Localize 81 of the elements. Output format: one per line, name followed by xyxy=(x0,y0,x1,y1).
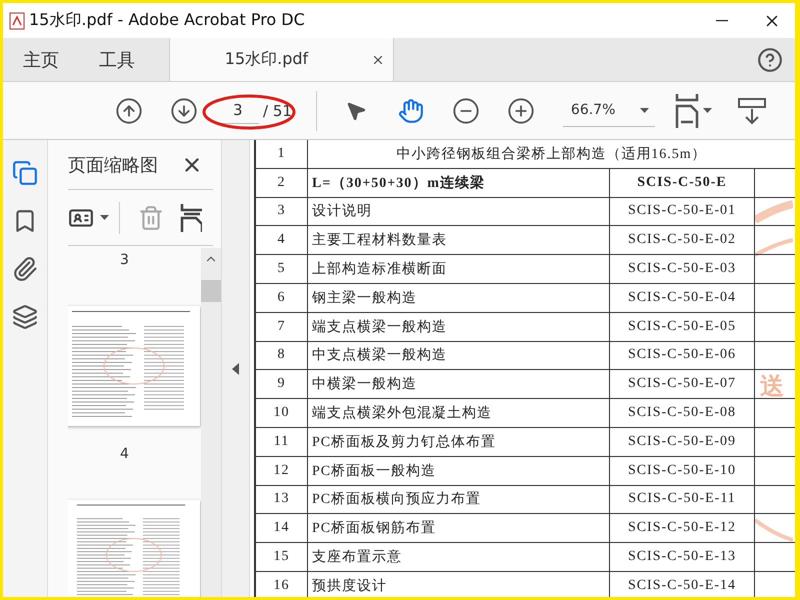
table-cell: 4 xyxy=(256,226,308,254)
scrollbar[interactable] xyxy=(201,248,221,597)
table-cell: SCIS-C-50-E xyxy=(610,168,755,197)
table-cell: 主要工程材料数量表 xyxy=(308,226,610,254)
page-number-field[interactable]: 3 xyxy=(219,98,259,124)
table-cell: 8 xyxy=(256,342,308,370)
table-cell: 设计说明 xyxy=(308,198,610,226)
table-cell: SCIS-C-50-E-09 xyxy=(610,428,755,456)
pages-icon[interactable] xyxy=(12,160,38,186)
table-cell: 13 xyxy=(256,486,308,514)
table-cell: 5 xyxy=(256,255,308,283)
table-cell: 11 xyxy=(256,428,308,456)
minimize-icon xyxy=(716,20,728,22)
table-cell: 16 xyxy=(256,572,308,597)
help-icon xyxy=(757,46,783,72)
table-cell: 中支点横梁一般构造 xyxy=(308,342,610,370)
zoom-dropdown[interactable]: 66.7% xyxy=(562,94,655,126)
table-cell: 1 xyxy=(256,140,308,168)
table-cell-text: 中小跨径钢板组合梁桥上部构造（适用16.5m） xyxy=(395,145,708,164)
table-cell: 10 xyxy=(256,399,308,427)
table-cell: 14 xyxy=(256,514,308,542)
page-thumbnail[interactable] xyxy=(68,306,200,426)
layers-icon[interactable] xyxy=(12,304,38,330)
caret-icon xyxy=(640,108,649,112)
table-cell: 端支点横梁外包混凝土构造 xyxy=(308,399,610,427)
document-tab[interactable]: 15水印.pdf xyxy=(169,38,394,81)
panel-title: 页面缩略图 xyxy=(68,154,158,176)
table-cell: 6 xyxy=(256,284,308,312)
fit-page-button[interactable] xyxy=(674,94,712,128)
table-cell: 12 xyxy=(256,456,308,485)
table-cell: SCIS-C-50-E-07 xyxy=(610,370,755,398)
table-cell: PC桥面板横向预应力布置 xyxy=(308,486,610,514)
table-cell: 上部构造标准横断面 xyxy=(308,255,610,283)
collapse-arrow-icon[interactable] xyxy=(232,362,239,374)
table-cell: SCIS-C-50-E-01 xyxy=(610,198,755,226)
table-cell: SCIS-C-50-E-05 xyxy=(610,312,755,341)
arrow-down-icon xyxy=(170,96,198,124)
table-cell: 3 xyxy=(256,198,308,226)
page-number-label: 4 xyxy=(119,446,130,462)
arrow-up-icon xyxy=(114,96,142,124)
table-cell: SCIS-C-50-E-02 xyxy=(610,226,755,254)
caret-icon xyxy=(100,215,109,220)
zoom-out-icon xyxy=(452,96,480,124)
page-thumbnail[interactable] xyxy=(68,500,200,597)
table-cell: 15 xyxy=(256,543,308,571)
table-cell: 7 xyxy=(256,312,308,341)
table-cell: 预拱度设计 xyxy=(308,572,610,597)
table-cell: L=（30+50+30）m连续梁 xyxy=(308,168,610,197)
table-cell: SCIS-C-50-E-08 xyxy=(610,399,755,427)
table-cell: 2 xyxy=(256,168,308,197)
window-title: 15水印.pdf - Adobe Acrobat Pro DC xyxy=(29,10,306,31)
page-total: / 51 xyxy=(263,102,292,120)
paperclip-icon[interactable] xyxy=(12,256,38,282)
stamp-text: 送 xyxy=(760,372,784,400)
table-cell: 端支点横梁一般构造 xyxy=(308,312,610,341)
pdf-icon xyxy=(9,12,25,30)
nav-tab[interactable]: 工具 xyxy=(79,38,155,81)
extract-button[interactable] xyxy=(180,204,202,232)
table-cell: SCIS-C-50-E-10 xyxy=(610,456,755,485)
zoom-in-icon xyxy=(507,96,536,124)
table-cell: PC桥面板及剪力钉总体布置 xyxy=(308,428,610,456)
pointer-icon xyxy=(345,100,368,122)
table-cell: SCIS-C-50-E-06 xyxy=(610,342,755,370)
table-cell: PC桥面板一般构造 xyxy=(308,456,610,485)
table-cell: 钢主梁一般构造 xyxy=(308,284,610,312)
table-cell: SCIS-C-50-E-12 xyxy=(610,514,755,542)
table-cell: SCIS-C-50-E-04 xyxy=(610,284,755,312)
caret-icon xyxy=(702,108,712,113)
scrollbar-thumb[interactable] xyxy=(201,280,221,302)
nav-tab[interactable]: 主页 xyxy=(3,38,79,81)
table-cell: PC桥面板钢筋布置 xyxy=(308,514,610,542)
table-cell: 9 xyxy=(256,370,308,398)
table-cell: SCIS-C-50-E-11 xyxy=(610,486,755,514)
table-cell: SCIS-C-50-E-13 xyxy=(610,543,755,571)
table-cell: 中横梁一般构造 xyxy=(308,370,610,398)
hand-icon xyxy=(398,98,424,124)
table-cell: SCIS-C-50-E-03 xyxy=(610,255,755,283)
scroll-mode-button[interactable] xyxy=(738,96,766,124)
table-cell: 支座布置示意 xyxy=(308,543,610,571)
page-number-label: 3 xyxy=(119,252,130,268)
table-cell: SCIS-C-50-E-14 xyxy=(610,572,755,597)
